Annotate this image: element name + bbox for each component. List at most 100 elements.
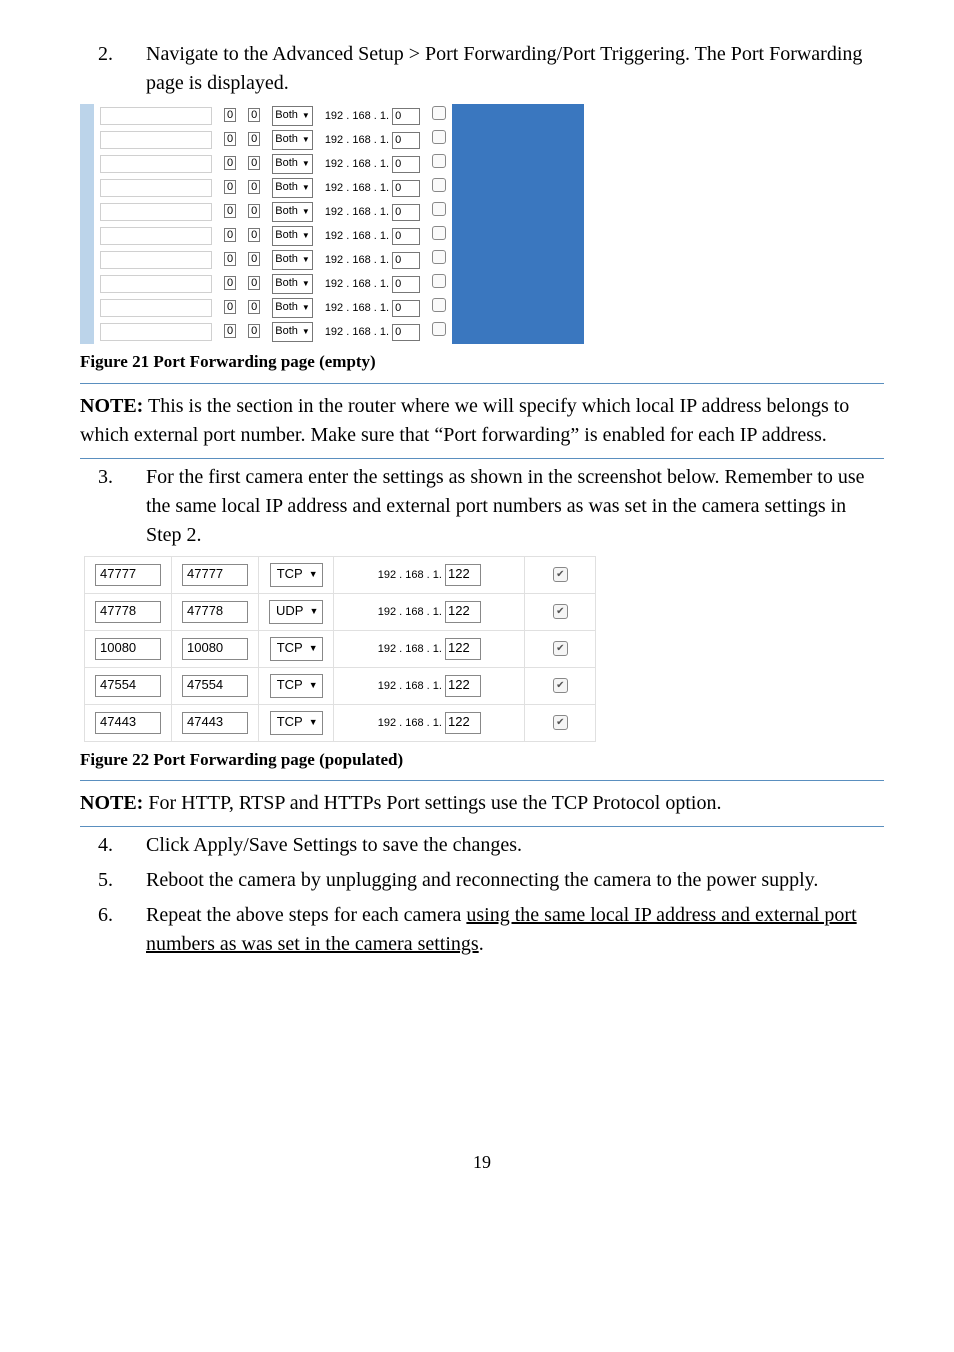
protocol-select[interactable]: Both	[272, 226, 313, 246]
protocol-select[interactable]: Both	[272, 178, 313, 198]
service-name-input[interactable]	[100, 155, 212, 173]
internal-port-input[interactable]: 47778	[182, 601, 248, 623]
external-port-input[interactable]: 47554	[95, 675, 161, 697]
ip-last-octet-input[interactable]: 0	[392, 228, 420, 245]
table-row: 00Both192 . 168 . 1. 0	[94, 296, 584, 320]
ip-last-octet-input[interactable]: 122	[445, 675, 481, 697]
external-port-input[interactable]: 47778	[95, 601, 161, 623]
service-name-input[interactable]	[100, 131, 212, 149]
service-name-input[interactable]	[100, 203, 212, 221]
protocol-select[interactable]: Both	[272, 154, 313, 174]
protocol-select[interactable]: Both	[272, 106, 313, 126]
service-name-input[interactable]	[100, 323, 212, 341]
enable-checkbox[interactable]	[432, 250, 446, 264]
protocol-select[interactable]: UDP	[269, 600, 323, 624]
ip-last-octet-input[interactable]: 0	[392, 108, 420, 125]
table-row: 00Both192 . 168 . 1. 0	[94, 320, 584, 344]
external-port-input[interactable]: 0	[224, 228, 236, 242]
external-port-input[interactable]: 0	[224, 252, 236, 266]
protocol-select[interactable]: TCP	[270, 674, 323, 698]
internal-port-input[interactable]: 0	[248, 156, 260, 170]
internal-port-input[interactable]: 0	[248, 324, 260, 338]
external-port-input[interactable]: 0	[224, 276, 236, 290]
external-port-input[interactable]: 0	[224, 300, 236, 314]
external-port-input[interactable]: 0	[224, 180, 236, 194]
internal-port-input[interactable]: 0	[248, 204, 260, 218]
external-port-input[interactable]: 0	[224, 108, 236, 122]
protocol-select[interactable]: Both	[272, 322, 313, 342]
enable-checkbox[interactable]: ✔	[553, 641, 568, 656]
figure-22-caption: Figure 22 Port Forwarding page (populate…	[80, 748, 884, 773]
step-5-number: 5.	[80, 866, 146, 895]
internal-port-input[interactable]: 0	[248, 180, 260, 194]
enable-checkbox[interactable]	[432, 298, 446, 312]
ip-last-octet-input[interactable]: 122	[445, 712, 481, 734]
external-port-input[interactable]: 10080	[95, 638, 161, 660]
protocol-select[interactable]: Both	[272, 130, 313, 150]
enable-checkbox[interactable]: ✔	[553, 567, 568, 582]
enable-checkbox[interactable]: ✔	[553, 604, 568, 619]
internal-port-input[interactable]: 0	[248, 300, 260, 314]
internal-port-input[interactable]: 0	[248, 132, 260, 146]
service-name-input[interactable]	[100, 107, 212, 125]
internal-port-input[interactable]: 47554	[182, 675, 248, 697]
ip-last-octet-input[interactable]: 0	[392, 252, 420, 269]
external-port-input[interactable]: 0	[224, 204, 236, 218]
external-port-input[interactable]: 0	[224, 132, 236, 146]
protocol-select[interactable]: Both	[272, 202, 313, 222]
external-port-input[interactable]: 0	[224, 156, 236, 170]
ip-last-octet-input[interactable]: 122	[445, 601, 481, 623]
internal-port-input[interactable]: 0	[248, 276, 260, 290]
service-name-input[interactable]	[100, 227, 212, 245]
table-row: 00Both192 . 168 . 1. 0	[94, 248, 584, 272]
internal-port-input[interactable]: 0	[248, 252, 260, 266]
enable-checkbox[interactable]: ✔	[553, 678, 568, 693]
internal-port-input[interactable]: 47443	[182, 712, 248, 734]
enable-checkbox[interactable]: ✔	[553, 715, 568, 730]
enable-checkbox[interactable]	[432, 274, 446, 288]
ip-last-octet-input[interactable]: 0	[392, 132, 420, 149]
protocol-select[interactable]: Both	[272, 250, 313, 270]
ip-address-cell: 192 . 168 . 1. 122	[334, 593, 525, 630]
step-6-number: 6.	[80, 901, 146, 959]
figure-22-image: 47777 47777 TCP 192 . 168 . 1. 122 ✔ 47778 477…	[84, 556, 884, 742]
ip-last-octet-input[interactable]: 0	[392, 156, 420, 173]
enable-checkbox[interactable]	[432, 202, 446, 216]
internal-port-input[interactable]: 0	[248, 108, 260, 122]
protocol-select[interactable]: TCP	[270, 711, 323, 735]
internal-port-input[interactable]: 47777	[182, 564, 248, 586]
protocol-select[interactable]: Both	[272, 298, 313, 318]
service-name-input[interactable]	[100, 179, 212, 197]
figure-21-caption: Figure 21 Port Forwarding page (empty)	[80, 350, 884, 375]
service-name-input[interactable]	[100, 251, 212, 269]
ip-address-cell: 192 . 168 . 1. 122	[334, 630, 525, 667]
external-port-input[interactable]: 47777	[95, 564, 161, 586]
ip-address-cell: 192 . 168 . 1. 0	[319, 128, 426, 152]
divider	[80, 780, 884, 781]
ip-last-octet-input[interactable]: 0	[392, 300, 420, 317]
enable-checkbox[interactable]	[432, 130, 446, 144]
internal-port-input[interactable]: 0	[248, 228, 260, 242]
step-4-text: Click Apply/Save Settings to save the ch…	[146, 831, 884, 860]
protocol-select[interactable]: TCP	[270, 563, 323, 587]
service-name-input[interactable]	[100, 299, 212, 317]
ip-address-cell: 192 . 168 . 1. 0	[319, 200, 426, 224]
ip-last-octet-input[interactable]: 122	[445, 638, 481, 660]
protocol-select[interactable]: TCP	[270, 637, 323, 661]
external-port-input[interactable]: 47443	[95, 712, 161, 734]
enable-checkbox[interactable]	[432, 226, 446, 240]
external-port-input[interactable]: 0	[224, 324, 236, 338]
service-name-input[interactable]	[100, 275, 212, 293]
ip-last-octet-input[interactable]: 0	[392, 180, 420, 197]
internal-port-input[interactable]: 10080	[182, 638, 248, 660]
ip-last-octet-input[interactable]: 0	[392, 204, 420, 221]
ip-last-octet-input[interactable]: 122	[445, 564, 481, 586]
ip-last-octet-input[interactable]: 0	[392, 324, 420, 341]
protocol-select[interactable]: Both	[272, 274, 313, 294]
ip-last-octet-input[interactable]: 0	[392, 276, 420, 293]
enable-checkbox[interactable]	[432, 178, 446, 192]
enable-checkbox[interactable]	[432, 154, 446, 168]
enable-checkbox[interactable]	[432, 106, 446, 120]
enable-checkbox[interactable]	[432, 322, 446, 336]
step-3-text: For the first camera enter the settings …	[146, 463, 884, 550]
